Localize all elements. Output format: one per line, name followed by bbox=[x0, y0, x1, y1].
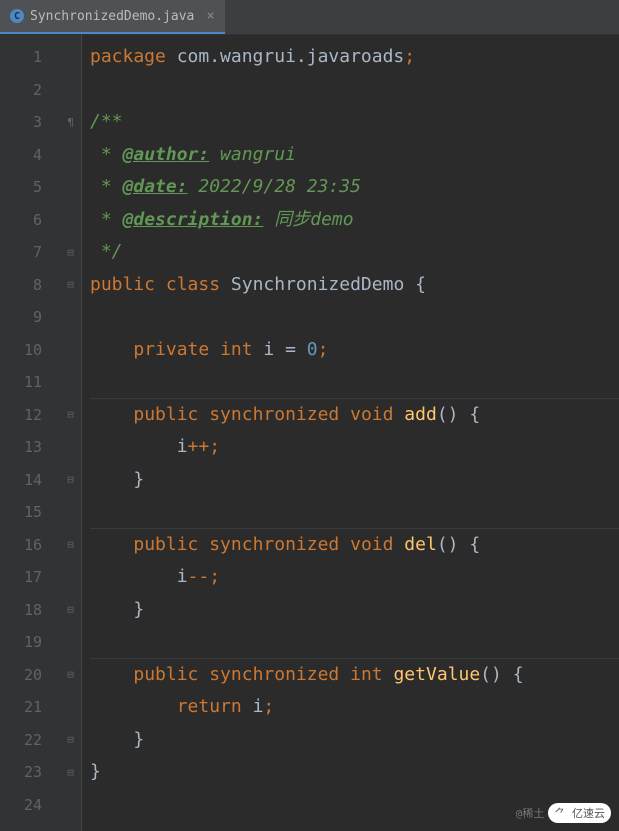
code-line: public synchronized void add() { bbox=[90, 399, 619, 432]
editor-tab-bar: C SynchronizedDemo.java × bbox=[0, 0, 619, 35]
line-number: 14 bbox=[0, 464, 60, 497]
fold-open-icon[interactable]: ⊟ bbox=[67, 408, 74, 421]
code-line: i--; bbox=[90, 561, 619, 594]
java-class-icon: C bbox=[10, 9, 24, 23]
code-line: public synchronized int getValue() { bbox=[90, 659, 619, 692]
code-line: package com.wangrui.javaroads; bbox=[90, 41, 619, 74]
watermark-text: @稀土 bbox=[516, 805, 545, 821]
code-text-area[interactable]: package com.wangrui.javaroads; /** * @au… bbox=[82, 35, 619, 831]
fold-open-icon[interactable]: ⊟ bbox=[67, 278, 74, 291]
line-number: 7 bbox=[0, 236, 60, 269]
line-number: 6 bbox=[0, 204, 60, 237]
line-number: 10 bbox=[0, 334, 60, 367]
line-number: 5 bbox=[0, 171, 60, 204]
line-number: 8 bbox=[0, 269, 60, 302]
line-number: 16 bbox=[0, 529, 60, 562]
code-line bbox=[90, 301, 619, 334]
code-line: * @date: 2022/9/28 23:35 bbox=[90, 171, 619, 204]
code-line: */ bbox=[90, 236, 619, 269]
line-number: 17 bbox=[0, 561, 60, 594]
line-number: 15 bbox=[0, 496, 60, 529]
code-line: * @description: 同步demo bbox=[90, 204, 619, 237]
fold-close-icon[interactable]: ⊟ bbox=[67, 603, 74, 616]
line-number: 24 bbox=[0, 789, 60, 822]
code-line bbox=[90, 366, 619, 399]
code-line: /** bbox=[90, 106, 619, 139]
line-number: 2 bbox=[0, 74, 60, 107]
code-line: private int i = 0; bbox=[90, 334, 619, 367]
code-line: public class SynchronizedDemo { bbox=[90, 269, 619, 302]
fold-close-icon[interactable]: ⊟ bbox=[67, 766, 74, 779]
line-number: 1 bbox=[0, 41, 60, 74]
line-number: 3 bbox=[0, 106, 60, 139]
code-line: } bbox=[90, 594, 619, 627]
fold-open-icon[interactable]: ⊟ bbox=[67, 538, 74, 551]
line-number: 13 bbox=[0, 431, 60, 464]
close-icon[interactable]: × bbox=[206, 8, 214, 24]
fold-gutter: ¶ ⊟ ⊟ ⊟ ⊟ ⊟ ⊟ ⊟ ⊟ ⊟ bbox=[60, 35, 82, 831]
watermark: @稀土 ⺈ 亿速云 bbox=[516, 803, 611, 823]
fold-close-icon[interactable]: ⊟ bbox=[67, 733, 74, 746]
code-line: } bbox=[90, 756, 619, 789]
code-line bbox=[90, 496, 619, 529]
fold-close-icon[interactable]: ⊟ bbox=[67, 473, 74, 486]
fold-close-icon[interactable]: ⊟ bbox=[67, 246, 74, 259]
line-number: 21 bbox=[0, 691, 60, 724]
code-line: return i; bbox=[90, 691, 619, 724]
line-number: 9 bbox=[0, 301, 60, 334]
code-line: } bbox=[90, 724, 619, 757]
tab-filename: SynchronizedDemo.java bbox=[30, 9, 194, 24]
code-line: } bbox=[90, 464, 619, 497]
code-editor[interactable]: 1 2 3 4 5 6 7 8 9 10 11 12 13 14 15 16 1… bbox=[0, 35, 619, 831]
watermark-logo: ⺈ 亿速云 bbox=[548, 803, 611, 823]
line-number: 22 bbox=[0, 724, 60, 757]
fold-open-icon[interactable]: ⊟ bbox=[67, 668, 74, 681]
active-file-tab[interactable]: C SynchronizedDemo.java × bbox=[0, 0, 225, 34]
code-line: i++; bbox=[90, 431, 619, 464]
line-number: 18 bbox=[0, 594, 60, 627]
line-number: 20 bbox=[0, 659, 60, 692]
code-line: * @author: wangrui bbox=[90, 139, 619, 172]
code-line bbox=[90, 626, 619, 659]
line-number-gutter: 1 2 3 4 5 6 7 8 9 10 11 12 13 14 15 16 1… bbox=[0, 35, 60, 831]
line-number: 23 bbox=[0, 756, 60, 789]
line-number: 19 bbox=[0, 626, 60, 659]
line-number: 12 bbox=[0, 399, 60, 432]
line-number: 11 bbox=[0, 366, 60, 399]
code-line: public synchronized void del() { bbox=[90, 529, 619, 562]
code-line bbox=[90, 74, 619, 107]
line-number: 4 bbox=[0, 139, 60, 172]
paragraph-icon: ¶ bbox=[67, 116, 74, 129]
